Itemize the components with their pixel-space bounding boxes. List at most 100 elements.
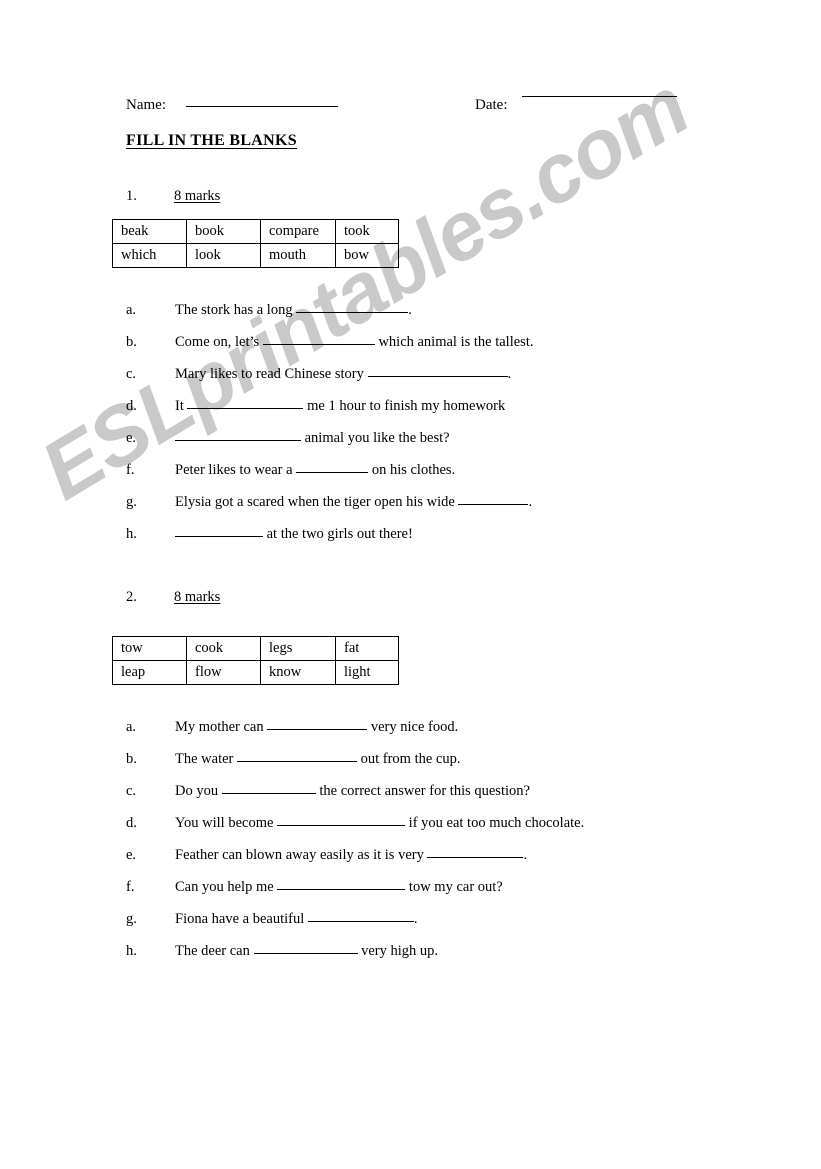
question-text-before: Feather can blown away easily as it is v… [175,847,428,863]
question-row: f. Peter likes to wear a on his clothes. [126,462,786,494]
word-cell: legs [260,636,336,661]
question-text-before: Can you help me [175,879,278,895]
question-row: c. Mary likes to read Chinese story . [126,366,786,398]
answer-blank[interactable] [262,344,375,345]
question-letter: g. [126,494,137,510]
question-text-after: out from the cup. [357,751,461,767]
question-row: a. The stork has a long . [126,302,786,334]
word-cell: look [186,243,261,268]
question-row: h. The deer can very high up. [126,943,786,975]
name-input-rule[interactable] [185,106,338,107]
word-cell: took [335,219,399,244]
section-1-number: 1. [126,188,137,204]
table-row: which look mouth bow [112,243,399,268]
question-row: h. at the two girls out there! [126,526,786,558]
word-bank-2: tow cook legs fat leap flow know light [112,636,399,685]
answer-blank[interactable] [175,440,301,441]
section-1-marks: 8 marks [174,188,221,204]
question-text-after: . [523,847,528,863]
answer-blank[interactable] [296,312,409,313]
question-text-before: You will become [175,815,278,831]
question-letter: b. [126,334,137,350]
answer-blank[interactable] [458,504,529,505]
word-cell: beak [112,219,187,244]
question-text-before: Fiona have a beautiful [175,911,308,927]
worksheet-page: ESLprintables.com Name: Date: FILL IN TH… [0,0,821,1169]
word-cell: book [186,219,261,244]
question-letter: g. [126,911,137,927]
question-row: g. Elysia got a scared when the tiger ope… [126,494,786,526]
question-text-before: Peter likes to wear a [175,462,297,478]
answer-blank[interactable] [221,793,316,794]
word-cell: know [260,660,336,685]
question-row: f. Can you help me tow my car out? [126,879,786,911]
table-row: beak book compare took [112,219,399,244]
question-letter: h. [126,943,137,959]
question-text-after: . [528,494,533,510]
word-cell: flow [186,660,261,685]
question-text-after: animal you like the best? [301,430,450,446]
page-title: FILL IN THE BLANKS [126,132,297,149]
answer-blank[interactable] [267,729,368,730]
answer-blank[interactable] [277,825,406,826]
question-letter: b. [126,751,137,767]
table-row: leap flow know light [112,660,399,685]
question-list-2: a. My mother can very nice food. b. The wat… [126,719,786,975]
section-1-heading: 1. 8 marks [126,188,220,205]
word-cell: compare [260,219,336,244]
question-text-after: the correct answer for this question? [315,783,530,799]
question-row: b. The water out from the cup. [126,751,786,783]
question-text-after: tow my car out? [405,879,503,895]
question-row: d. It me 1 hour to finish my homework [126,398,786,430]
question-letter: c. [126,366,137,382]
question-row: b. Come on, let’s which animal is the tal… [126,334,786,366]
question-text-after: if you eat too much chocolate. [405,815,585,831]
question-text-before: Elysia got a scared when the tiger open … [175,494,459,510]
date-input-rule[interactable] [522,96,677,97]
word-cell: leap [112,660,187,685]
question-row: d. You will become if you eat too much ch… [126,815,786,847]
word-bank-1: beak book compare took which look mouth … [112,219,399,268]
table-row: tow cook legs fat [112,636,399,661]
answer-blank[interactable] [187,408,304,409]
question-letter: d. [126,815,137,831]
answer-blank[interactable] [296,472,369,473]
word-cell: cook [186,636,261,661]
question-letter: e. [126,847,137,863]
section-2-heading: 2. 8 marks [126,589,220,606]
answer-blank[interactable] [175,536,263,537]
question-letter: d. [126,398,137,414]
question-text-before: The water [175,751,237,767]
question-letter: f. [126,462,135,478]
question-row: g. Fiona have a beautiful . [126,911,786,943]
question-text-after: which animal is the tallest. [374,334,534,350]
question-text-after: at the two girls out there! [263,526,413,542]
question-text-before: My mother can [175,719,268,735]
name-date-line: Name: Date: [126,96,726,114]
word-cell: bow [335,243,399,268]
answer-blank[interactable] [427,857,524,858]
question-row: e. animal you like the best? [126,430,786,462]
question-text-before: Mary likes to read Chinese story [175,366,368,382]
answer-blank[interactable] [237,761,357,762]
answer-blank[interactable] [307,921,414,922]
answer-blank[interactable] [367,376,508,377]
question-text-after: me 1 hour to finish my homework [303,398,506,414]
question-text-before: The stork has a long [175,302,297,318]
question-letter: a. [126,719,137,735]
section-2-marks: 8 marks [174,589,221,605]
question-letter: a. [126,302,137,318]
question-text-after: on his clothes. [368,462,456,478]
word-cell: fat [335,636,399,661]
question-letter: h. [126,526,137,542]
answer-blank[interactable] [277,889,406,890]
question-row: c. Do you the correct answer for this que… [126,783,786,815]
word-cell: which [112,243,187,268]
question-list-1: a. The stork has a long . b. Come on, let’s… [126,302,786,558]
word-cell: tow [112,636,187,661]
question-text-after: very nice food. [367,719,459,735]
name-label: Name: [126,97,166,113]
answer-blank[interactable] [253,953,358,954]
date-label: Date: [475,97,508,113]
word-cell: light [335,660,399,685]
